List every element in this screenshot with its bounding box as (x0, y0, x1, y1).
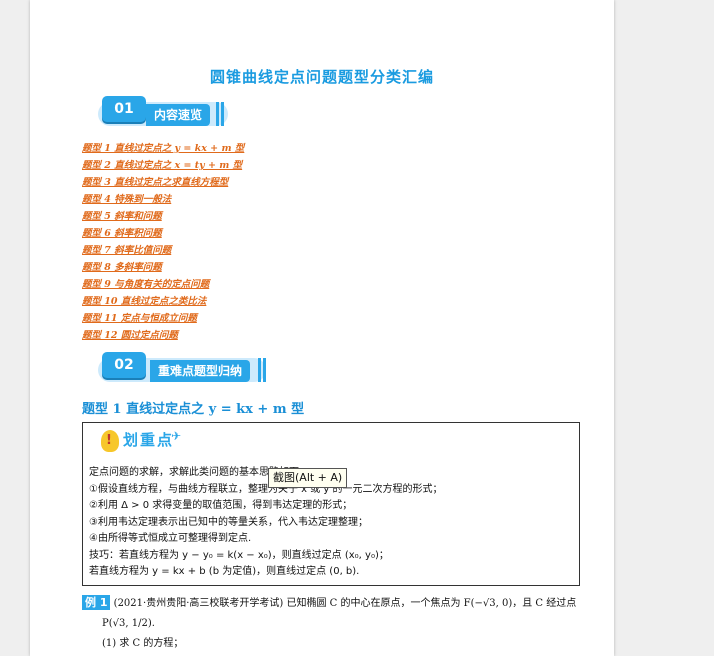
paper-plane-icon: ✈ (171, 429, 184, 443)
toc-item-5[interactable]: 题型 5 斜率和问题 (82, 208, 244, 225)
keypoint-box: ! 划重点 ✈ 定点问题的求解，求解此类问题的基本思路如下： ①假设直线方程，与曲… (82, 422, 580, 586)
keypoint-heading: ! 划重点 ✈ (101, 429, 181, 459)
toc-item-10[interactable]: 题型 10 直线过定点之类比法 (82, 293, 244, 310)
toc-item-6[interactable]: 题型 6 斜率积问题 (82, 225, 244, 242)
section-number-02: 02 (102, 352, 146, 378)
toc-item-8[interactable]: 题型 8 多斜率问题 (82, 259, 244, 276)
example-1: 例 1 (2021·贵州贵阳·高三校联考开学考试) 已知椭圆 C 的中心在原点，… (82, 594, 602, 654)
toc-item-11[interactable]: 题型 11 定点与恒成立问题 (82, 310, 244, 327)
example-point: P(√3, 1/2). (102, 618, 155, 629)
lightbulb-icon: ! (101, 429, 119, 452)
screenshot-tooltip: 截图(Alt + A) (268, 468, 348, 488)
table-of-contents: 题型 1 直线过定点之 y = kx + m 型 题型 2 直线过定点之 x =… (82, 140, 244, 344)
section-banner-01: 01 内容速览 (88, 96, 238, 130)
toc-item-4[interactable]: 题型 4 特殊到一般法 (82, 191, 244, 208)
toc-item-2[interactable]: 题型 2 直线过定点之 x = ty + m 型 (82, 157, 244, 174)
keypoint-line: 技巧：若直线方程为 y − y₀ = k(x − x₀)，则直线过定点 (x₀,… (89, 549, 389, 561)
keypoint-line: ③利用韦达定理表示出已知中的等量关系，代入韦达定理整理； (89, 516, 368, 528)
section-number-01: 01 (102, 96, 146, 122)
toc-item-1[interactable]: 题型 1 直线过定点之 y = kx + m 型 (82, 140, 244, 157)
toc-item-12[interactable]: 题型 12 圆过定点问题 (82, 327, 244, 344)
example-text: (2021·贵州贵阳·高三校联考开学考试) 已知椭圆 C 的中心在原点，一个焦点… (113, 598, 577, 609)
keypoint-line: ①假设直线方程，与曲线方程联立，整理为关于 x 或 y 的一元二次方程的形式； (89, 483, 443, 495)
section-label-01: 内容速览 (146, 104, 211, 126)
example-question: (1) 求 C 的方程； (102, 638, 184, 649)
section-heading: 题型 1 直线过定点之 y = kx + m 型 (82, 402, 305, 417)
section-label-02: 重难点题型归纳 (150, 360, 251, 382)
document-page: 圆锥曲线定点问题题型分类汇编 01 内容速览 题型 1 直线过定点之 y = k… (30, 0, 614, 656)
keypoint-line: ④由所得等式恒成立可整理得到定点. (89, 533, 252, 544)
toc-item-3[interactable]: 题型 3 直线过定点之求直线方程型 (82, 174, 244, 191)
example-badge: 例 1 (82, 595, 111, 610)
keypoint-line: 若直线方程为 y = kx + b (b 为定值)，则直线过定点 (0, b). (89, 566, 360, 577)
section-banner-02: 02 重难点题型归纳 (88, 352, 278, 386)
keypoint-line: ②利用 Δ > 0 求得变量的取值范围，得到韦达定理的形式； (89, 500, 353, 511)
toc-item-9[interactable]: 题型 9 与角度有关的定点问题 (82, 276, 244, 293)
keypoint-line: 定点问题的求解，求解此类问题的基本思路如下： (89, 467, 309, 478)
toc-item-7[interactable]: 题型 7 斜率比值问题 (82, 242, 244, 259)
document-title: 圆锥曲线定点问题题型分类汇编 (209, 68, 434, 86)
